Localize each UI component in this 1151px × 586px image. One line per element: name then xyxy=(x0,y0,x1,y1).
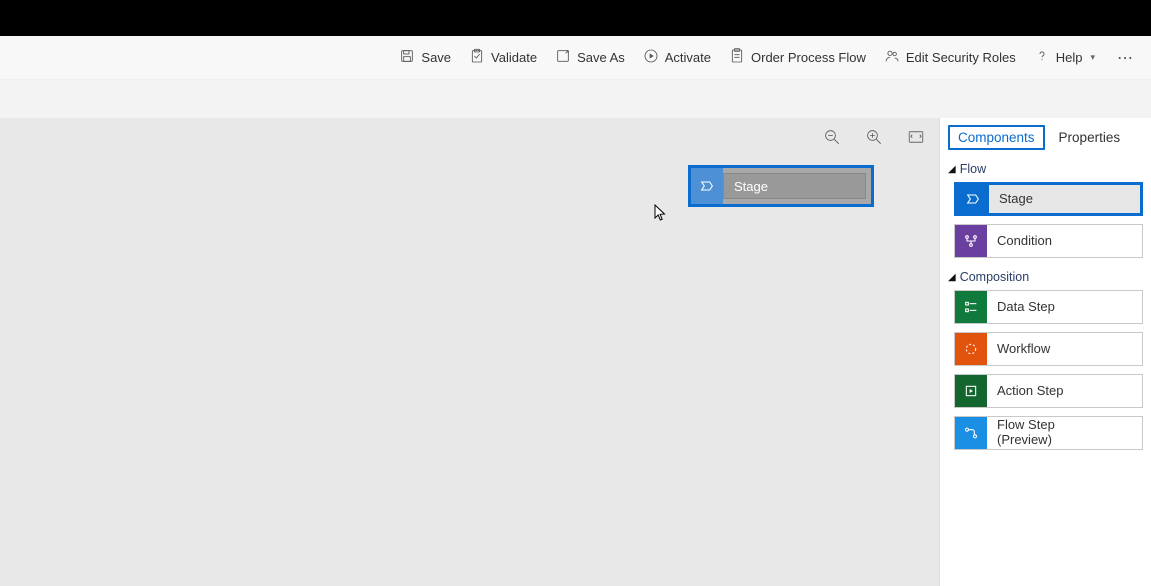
component-action-step[interactable]: Action Step xyxy=(954,374,1143,408)
tab-properties[interactable]: Properties xyxy=(1059,125,1121,150)
action-step-icon xyxy=(955,375,987,407)
data-step-icon xyxy=(955,291,987,323)
canvas-dragging-stage-tile[interactable]: Stage xyxy=(688,165,874,207)
save-as-label: Save As xyxy=(577,50,625,65)
overflow-menu-button[interactable]: ⋯ xyxy=(1113,48,1139,68)
zoom-out-button[interactable] xyxy=(823,128,841,146)
security-roles-icon xyxy=(884,48,900,67)
component-label: Action Step xyxy=(987,384,1064,399)
save-label: Save xyxy=(421,50,451,65)
validate-label: Validate xyxy=(491,50,537,65)
secondary-bar xyxy=(0,80,1151,118)
component-condition[interactable]: Condition xyxy=(954,224,1143,258)
flow-step-icon xyxy=(955,417,987,449)
process-name-label: Order Process Flow xyxy=(751,50,866,65)
collapse-icon: ◢ xyxy=(948,164,956,175)
process-icon xyxy=(729,48,745,67)
stage-icon xyxy=(957,185,989,213)
component-label: Flow Step (Preview) xyxy=(987,418,1055,448)
activate-label: Activate xyxy=(665,50,711,65)
edit-security-roles-button[interactable]: Edit Security Roles xyxy=(884,48,1016,67)
stage-icon xyxy=(691,168,723,204)
section-title-composition: Composition xyxy=(960,270,1029,284)
side-panel: Components Properties ◢ Flow Stage Condi… xyxy=(939,118,1151,586)
section-head-composition[interactable]: ◢ Composition xyxy=(940,266,1151,290)
component-data-step[interactable]: Data Step xyxy=(954,290,1143,324)
command-bar: Save Validate Save As Activate Order Pro… xyxy=(0,36,1151,80)
validate-button[interactable]: Validate xyxy=(469,48,537,67)
canvas[interactable]: Stage xyxy=(0,118,939,586)
section-head-flow[interactable]: ◢ Flow xyxy=(940,158,1151,182)
edit-security-roles-label: Edit Security Roles xyxy=(906,50,1016,65)
component-workflow[interactable]: Workflow xyxy=(954,332,1143,366)
drag-tile-label: Stage xyxy=(723,173,866,199)
component-label: Workflow xyxy=(987,342,1050,357)
top-black-bar xyxy=(0,0,1151,36)
save-as-icon xyxy=(555,48,571,67)
panel-tabs: Components Properties xyxy=(940,118,1151,158)
help-icon xyxy=(1034,48,1050,67)
validate-icon xyxy=(469,48,485,67)
save-as-button[interactable]: Save As xyxy=(555,48,625,67)
chevron-down-icon: ▾ xyxy=(1090,52,1095,63)
component-label: Data Step xyxy=(987,300,1055,315)
tab-components[interactable]: Components xyxy=(948,125,1045,150)
zoom-in-button[interactable] xyxy=(865,128,883,146)
condition-icon xyxy=(955,225,987,257)
component-flow-step[interactable]: Flow Step (Preview) xyxy=(954,416,1143,450)
help-label: Help xyxy=(1056,50,1083,65)
component-stage[interactable]: Stage xyxy=(954,182,1143,216)
main-area: Stage Components Properties ◢ Flow Stage… xyxy=(0,118,1151,586)
cursor-icon xyxy=(654,204,666,222)
section-title-flow: Flow xyxy=(960,162,986,176)
process-name-button[interactable]: Order Process Flow xyxy=(729,48,866,67)
activate-icon xyxy=(643,48,659,67)
save-button[interactable]: Save xyxy=(399,48,451,67)
help-button[interactable]: Help ▾ xyxy=(1034,48,1095,67)
activate-button[interactable]: Activate xyxy=(643,48,711,67)
component-label: Condition xyxy=(987,234,1052,249)
save-icon xyxy=(399,48,415,67)
workflow-icon xyxy=(955,333,987,365)
canvas-toolbar xyxy=(823,128,925,146)
fit-to-screen-button[interactable] xyxy=(907,128,925,146)
component-label: Stage xyxy=(989,192,1033,207)
collapse-icon: ◢ xyxy=(948,272,956,283)
